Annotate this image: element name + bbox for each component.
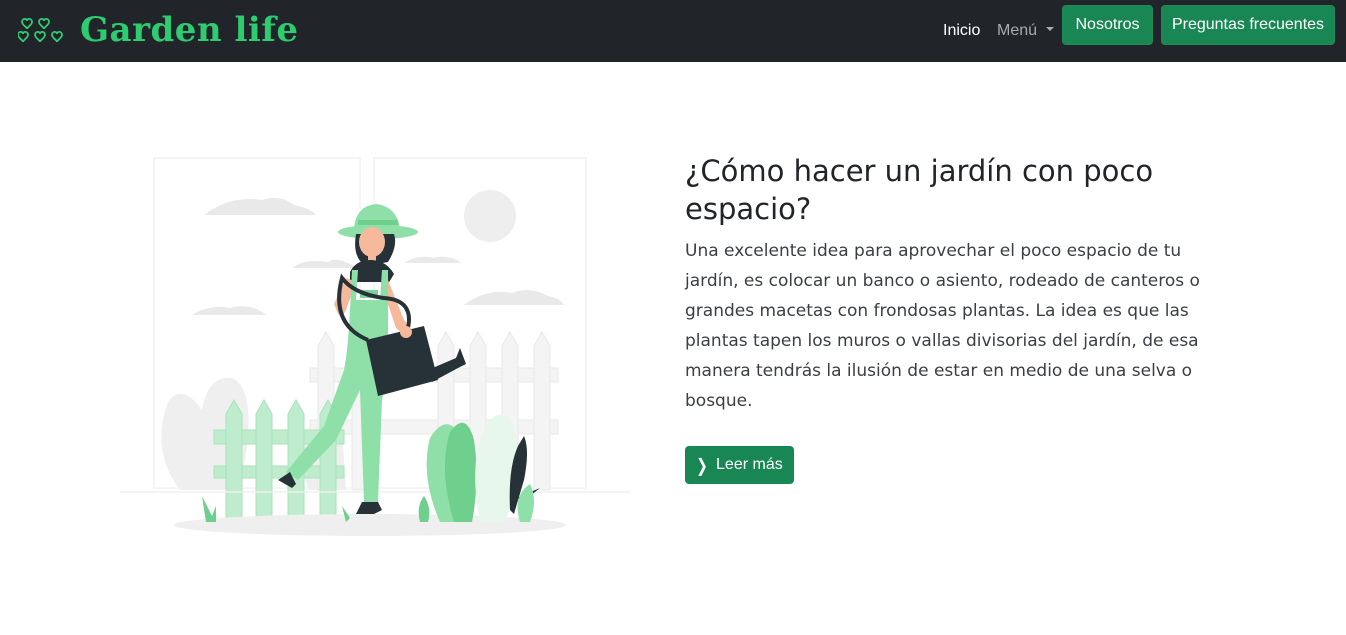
nav-dropdown-menu[interactable]: Menú <box>997 0 1055 62</box>
caret-down-icon <box>1046 27 1055 31</box>
brand-link[interactable]: Garden life <box>18 10 299 50</box>
article-section: ¿Cómo hacer un jardín con poco espacio? … <box>685 152 1205 416</box>
faq-button[interactable]: Preguntas frecuentes <box>1161 5 1335 45</box>
article-body: Una excelente idea para aprovechar el po… <box>685 241 1200 411</box>
brand-name: Garden life <box>80 10 299 50</box>
hearts-icon <box>18 17 63 43</box>
read-more-label: Leer más <box>716 456 783 473</box>
gardener-watering-illustration <box>120 157 630 536</box>
nav-dropdown-label: Menú <box>997 22 1038 39</box>
about-button[interactable]: Nosotros <box>1062 5 1153 45</box>
chevron-right-icon: ❯ <box>696 453 709 475</box>
nav-link-home[interactable]: Inicio <box>943 0 980 62</box>
article-title: ¿Cómo hacer un jardín con poco espacio? <box>685 154 1154 226</box>
top-navbar: Garden life Inicio Menú Nosotros Pregunt… <box>0 0 1346 62</box>
read-more-button[interactable]: ❯ Leer más <box>685 446 794 484</box>
